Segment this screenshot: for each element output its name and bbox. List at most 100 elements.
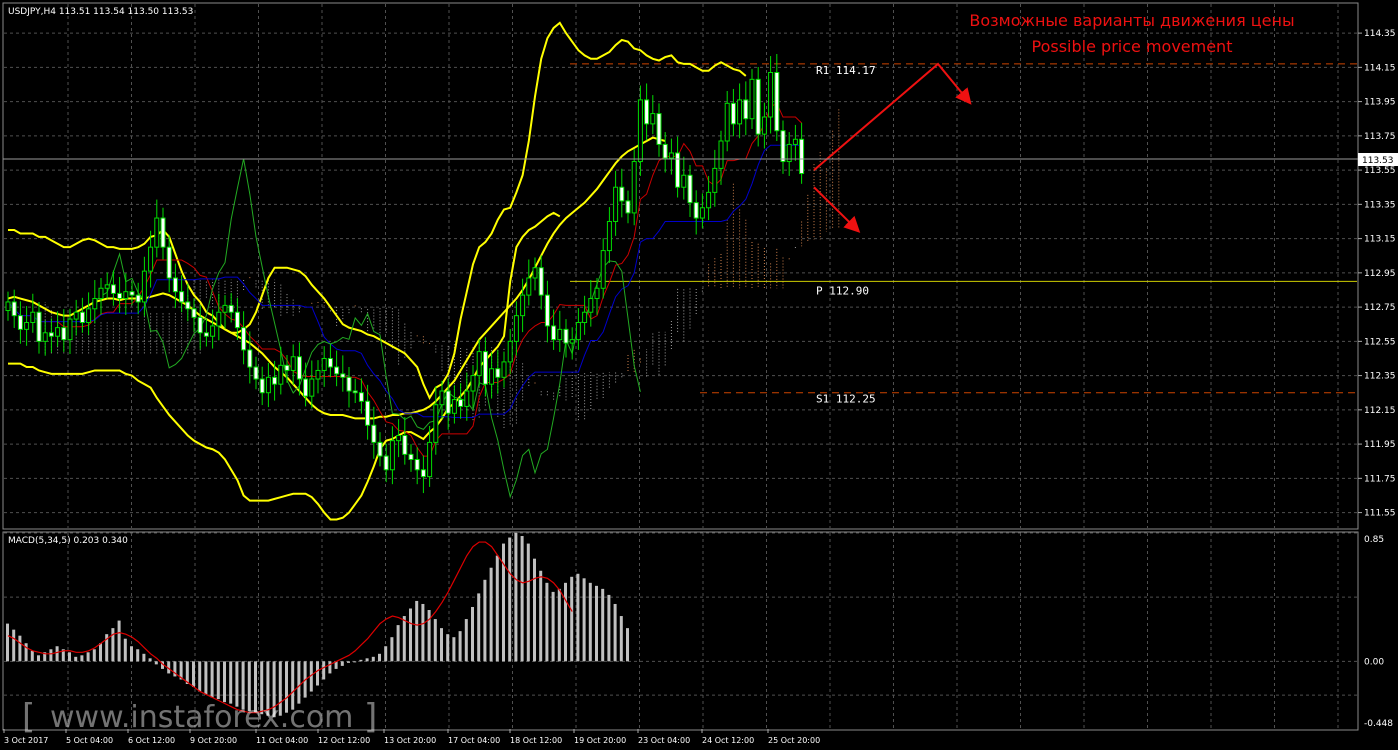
candle-body xyxy=(526,277,532,296)
macd-bar xyxy=(384,646,388,662)
candle-body xyxy=(520,294,526,317)
macd-bar xyxy=(452,637,456,662)
candle-body xyxy=(383,455,389,471)
macd-bar xyxy=(99,643,102,662)
candle-body xyxy=(575,322,581,341)
macd-label: MACD(5,34,5) 0.203 0.340 xyxy=(8,536,128,546)
macd-bar xyxy=(55,646,59,662)
candle-body xyxy=(61,327,67,341)
candle-body xyxy=(464,390,470,407)
macd-bar xyxy=(626,628,629,662)
candle-body xyxy=(377,441,383,457)
pivot-label: R1 114.17 xyxy=(816,64,876,77)
macd-bar xyxy=(415,600,419,662)
macd-bar xyxy=(601,588,605,662)
candle-body xyxy=(48,332,54,337)
macd-bar xyxy=(111,628,115,662)
candle-body xyxy=(86,308,92,324)
candle-body xyxy=(30,311,36,324)
candle-body xyxy=(129,291,135,296)
candle-body xyxy=(668,152,674,159)
candle-body xyxy=(340,373,346,378)
candle-body xyxy=(662,143,668,159)
macd-bar xyxy=(12,629,16,662)
macd-bar xyxy=(545,582,549,662)
candle-body xyxy=(321,357,327,371)
candle-body xyxy=(544,294,550,327)
candle-body xyxy=(315,369,321,380)
candle-body xyxy=(718,140,724,169)
price-axis[interactable]: 114.35 114.15 113.95 113.75 113.55 113.35 113.… xyxy=(1358,29,1396,519)
time-axis-label: 17 Oct 04:00 xyxy=(448,736,500,745)
macd-axis-label: 0.00 xyxy=(1364,657,1384,667)
macd-bar xyxy=(489,567,493,662)
macd-bar xyxy=(390,637,394,662)
candle-body xyxy=(650,113,656,125)
chart-background xyxy=(0,0,1398,750)
candle-body xyxy=(104,284,110,289)
macd-bar xyxy=(371,656,375,662)
candle-body xyxy=(191,308,197,318)
macd-bar xyxy=(526,543,530,662)
watermark-bracket-right: ] xyxy=(364,697,377,737)
macd-bar xyxy=(204,661,208,695)
macd-bar xyxy=(588,582,592,662)
macd-bar xyxy=(402,616,406,662)
annotation-ru: Возможные варианты движения цены xyxy=(969,11,1294,30)
price-axis-label: 114.15 xyxy=(1364,63,1396,73)
candle-body xyxy=(563,328,569,344)
candle-body xyxy=(11,301,17,317)
candle-body xyxy=(210,325,216,337)
candle-body xyxy=(228,304,234,313)
macd-bar xyxy=(192,661,195,688)
time-axis-label: 18 Oct 12:00 xyxy=(510,736,562,745)
candle-body xyxy=(799,138,805,175)
price-axis-label: 112.35 xyxy=(1364,372,1396,382)
candle-body xyxy=(755,78,761,135)
candle-body xyxy=(327,357,333,368)
macd-bar xyxy=(37,655,40,662)
macd-bar xyxy=(216,661,220,700)
candle-body xyxy=(699,207,705,219)
candle-body xyxy=(303,378,309,397)
candle-body xyxy=(154,217,160,248)
macd-bar xyxy=(458,631,462,662)
candle-body xyxy=(216,311,222,327)
macd-bar xyxy=(185,661,189,685)
macd-bar xyxy=(464,619,468,662)
macd-bar xyxy=(576,573,580,662)
macd-bar xyxy=(322,661,326,680)
time-axis-label: 24 Oct 12:00 xyxy=(702,736,754,745)
candle-body xyxy=(613,186,619,222)
candle-body xyxy=(110,284,116,294)
trading-chart[interactable]: R1 114.17P 112.90S1 112.25 114.35114.151… xyxy=(0,0,1398,750)
macd-bar xyxy=(136,649,140,662)
macd-bar xyxy=(483,579,487,662)
candle-body xyxy=(135,294,141,303)
candle-body xyxy=(79,311,85,324)
price-axis-label: 112.95 xyxy=(1364,269,1396,279)
macd-bar xyxy=(223,661,226,703)
candle-body xyxy=(123,291,129,300)
macd-bar xyxy=(347,661,350,663)
candle-body xyxy=(36,311,42,342)
price-axis-label: 113.95 xyxy=(1364,98,1396,108)
candle-body xyxy=(148,246,154,272)
price-axis-label: 113.55 xyxy=(1364,166,1396,176)
macd-bar xyxy=(595,585,598,662)
macd-axis-label: -0.448 xyxy=(1364,719,1393,729)
time-axis-label: 6 Oct 12:00 xyxy=(128,736,175,745)
macd-bar xyxy=(396,625,400,662)
pivot-label: P 112.90 xyxy=(816,284,869,297)
candle-body xyxy=(414,459,420,471)
candle-body xyxy=(557,328,563,341)
candle-body xyxy=(389,440,395,471)
time-axis-label: 23 Oct 04:00 xyxy=(638,736,690,745)
macd-bar xyxy=(18,635,22,662)
candle-body xyxy=(334,366,340,375)
candle-body xyxy=(371,424,377,443)
macd-bar xyxy=(142,653,146,662)
candle-body xyxy=(433,404,439,443)
macd-bar xyxy=(123,638,127,662)
time-axis-label: 19 Oct 20:00 xyxy=(574,736,626,745)
